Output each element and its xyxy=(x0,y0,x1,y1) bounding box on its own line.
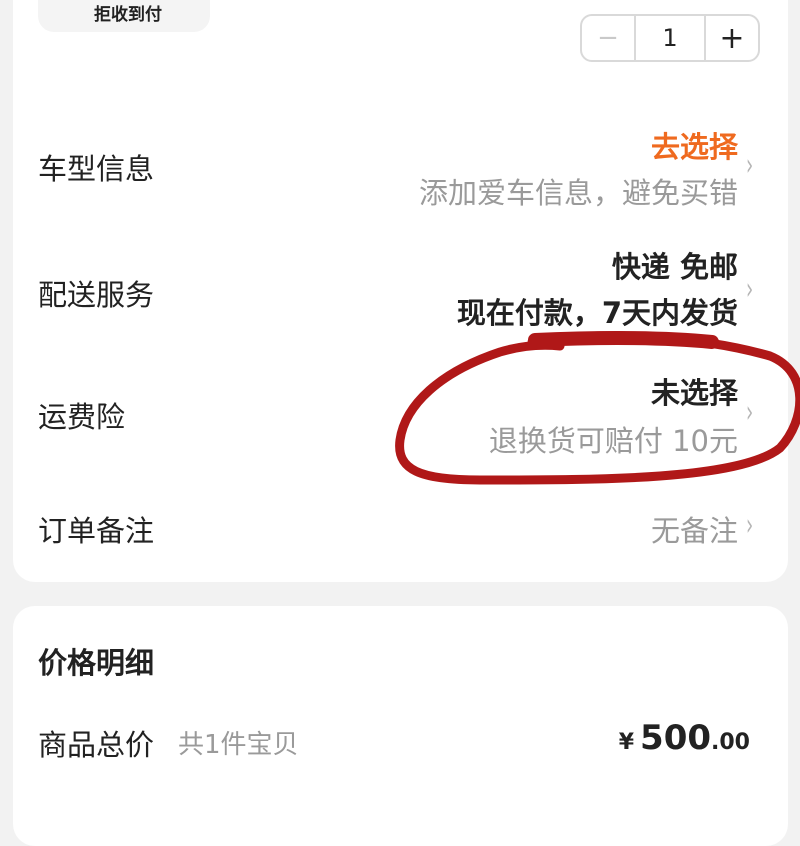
chevron-right-icon: › xyxy=(746,148,754,183)
decrease-button[interactable]: − xyxy=(582,16,636,60)
shipping-insurance-label: 运费险 xyxy=(38,400,126,434)
car-info-label: 车型信息 xyxy=(38,152,155,186)
chevron-right-icon: › xyxy=(746,508,754,543)
delivery-method: 快递 免邮 xyxy=(611,250,738,284)
quantity-stepper: − 1 + xyxy=(580,14,760,62)
chevron-right-icon: › xyxy=(746,395,754,430)
price-decimal: .00 xyxy=(711,730,750,755)
car-info-hint: 添加爱车信息，避免买错 xyxy=(418,176,738,210)
total-price: ¥500.00 xyxy=(619,718,750,758)
chevron-right-icon: › xyxy=(746,272,754,307)
insurance-hint: 退换货可赔付 10元 xyxy=(488,424,738,458)
insurance-status: 未选择 xyxy=(650,376,738,410)
price-detail-title: 价格明细 xyxy=(38,646,155,680)
total-price-label: 商品总价 xyxy=(38,728,155,762)
currency-symbol: ¥ xyxy=(618,730,635,755)
item-count: 共1件宝贝 xyxy=(178,730,299,760)
order-note-label: 订单备注 xyxy=(38,514,155,548)
delivery-label: 配送服务 xyxy=(38,278,155,312)
order-note-value: 无备注 xyxy=(650,514,738,548)
delivery-time: 现在付款，7天内发货 xyxy=(456,296,738,330)
price-integer: 500 xyxy=(640,718,712,758)
reject-cod-button[interactable]: 拒收到付 xyxy=(38,0,210,32)
increase-button[interactable]: + xyxy=(704,16,758,60)
reject-cod-label: 拒收到付 xyxy=(94,5,162,25)
car-select-link[interactable]: 去选择 xyxy=(651,124,738,166)
quantity-value[interactable]: 1 xyxy=(636,16,704,60)
